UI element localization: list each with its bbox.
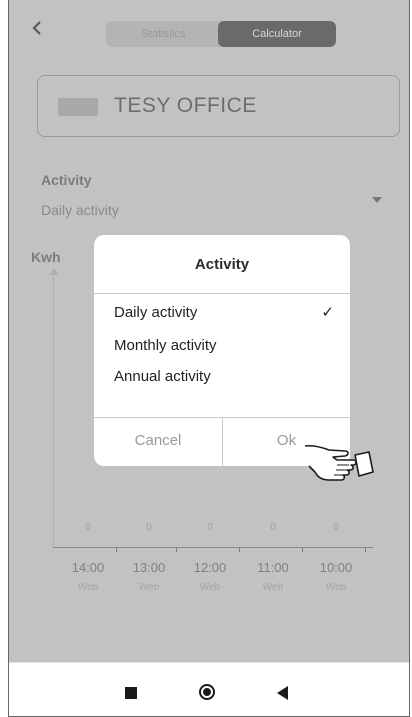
chart-value-label: 0 [207,522,213,533]
chart-unit-label: Kwh [31,249,61,265]
cancel-button[interactable]: Cancel [94,418,222,466]
option-label: Monthly activity [114,337,217,354]
x-axis-time-label: 13:00 [132,560,166,575]
recents-square-icon[interactable] [125,687,137,699]
chart-value-label: 0 [270,522,276,533]
x-axis-day-label: Web [77,582,99,593]
x-axis-tick [302,547,303,552]
dialog-title: Activity [194,256,250,273]
y-axis [53,270,54,548]
x-axis-day-label: Web [325,582,347,593]
x-axis-tick [365,547,366,552]
device-name: TESY OFFICE [114,94,257,117]
option-daily-activity[interactable]: Daily activity ✓ [114,301,334,325]
x-axis-time-label: 10:00 [319,560,353,575]
back-triangle-icon[interactable] [277,686,288,700]
device-thumbnail-icon [58,98,98,116]
view-segmented-control: Statistics Calculator [106,21,336,47]
checkmark-icon: ✓ [321,304,334,321]
activity-label: Activity [41,172,92,188]
tap-hand-icon [304,444,374,481]
x-axis-time-label: 14:00 [71,560,105,575]
activity-select[interactable]: Daily activity [41,202,119,218]
app-screen: Statistics Calculator TESY OFFICE Activi… [9,0,409,662]
phone-frame: Statistics Calculator TESY OFFICE Activi… [8,0,410,717]
tab-calculator[interactable]: Calculator [218,21,336,47]
x-axis-day-label: Web [138,582,160,593]
device-card[interactable]: TESY OFFICE [37,75,400,137]
chart-value-label: 0 [333,522,339,533]
chart-value-label: 0 [146,522,152,533]
back-button[interactable] [31,18,51,42]
x-axis-time-label: 12:00 [193,560,227,575]
x-axis-time-label: 11:00 [257,560,289,575]
tab-statistics[interactable]: Statistics [106,21,221,47]
x-axis-tick [239,547,240,552]
x-axis-day-label: Web [262,582,284,593]
option-annual-activity[interactable]: Annual activity [114,365,334,389]
activity-dialog: Activity Daily activity ✓ Monthly activi… [94,235,350,466]
chart-value-label: 0 [85,522,91,533]
x-axis-day-label: Web [199,582,221,593]
x-axis-tick [116,547,117,552]
option-monthly-activity[interactable]: Monthly activity [114,334,334,358]
option-label: Daily activity [114,304,198,321]
y-axis-arrow [49,268,59,275]
x-axis [53,547,373,548]
system-navigation-bar [9,662,409,716]
home-circle-icon[interactable] [199,684,215,700]
option-label: Annual activity [114,368,211,385]
chevron-left-icon [32,21,41,35]
dialog-divider [94,293,350,294]
chevron-down-icon[interactable] [372,197,382,203]
x-axis-tick [176,547,177,552]
